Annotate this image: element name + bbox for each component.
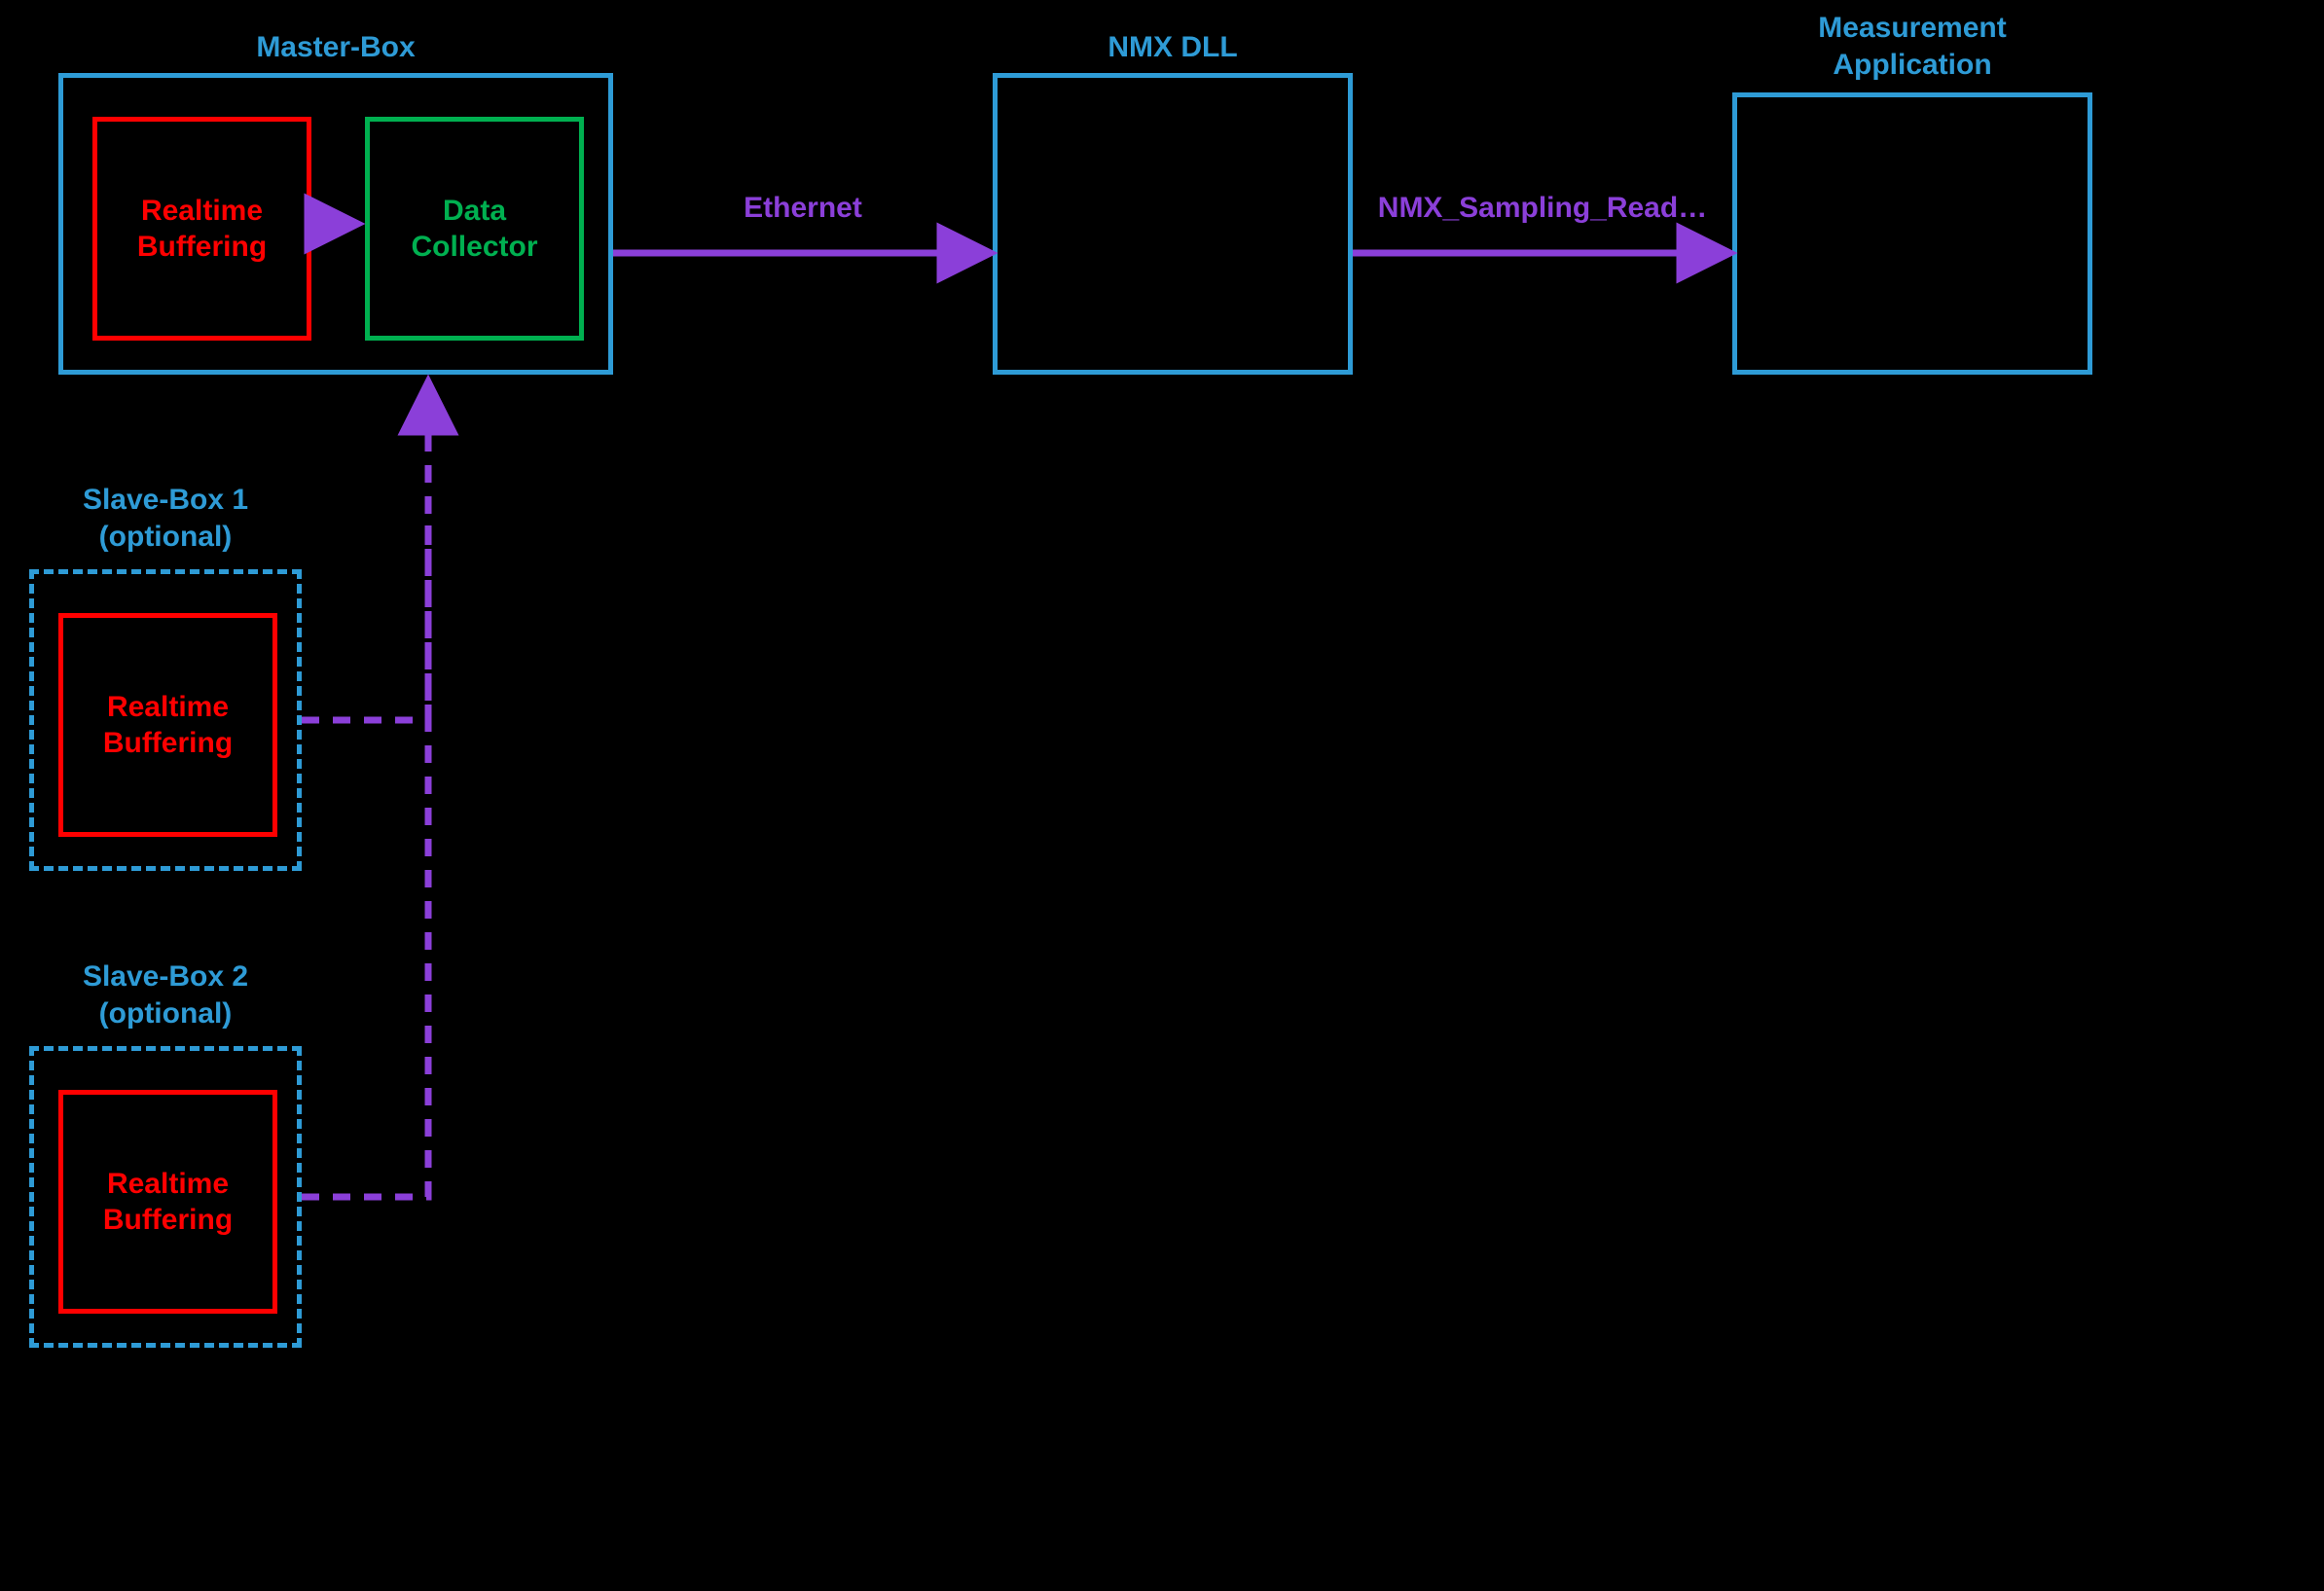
slave2-realtime-buffering: Realtime Buffering — [58, 1090, 277, 1314]
slave-box-2: Realtime Buffering — [29, 1046, 302, 1348]
data-collector: Data Collector — [365, 117, 584, 341]
arrow-slave2-to-collector — [302, 384, 428, 1197]
slave-box-1: Realtime Buffering — [29, 569, 302, 871]
diagram-canvas: Master-Box Realtime Buffering Data Colle… — [0, 0, 2324, 1591]
data-collector-label: Data Collector — [411, 193, 537, 266]
master-box: Realtime Buffering Data Collector — [58, 73, 613, 375]
sampling-read-label: NMX_Sampling_Read… — [1353, 190, 1732, 227]
slave-box-1-title: Slave-Box 1 (optional) — [29, 482, 302, 555]
measurement-app-title: Measurement Application — [1732, 10, 2092, 83]
measurement-app-box — [1732, 92, 2092, 375]
slave1-realtime-label: Realtime Buffering — [103, 689, 233, 762]
nmx-dll-title: NMX DLL — [993, 29, 1353, 66]
master-realtime-buffering: Realtime Buffering — [92, 117, 311, 341]
master-box-title: Master-Box — [58, 29, 613, 66]
master-realtime-label: Realtime Buffering — [137, 193, 267, 266]
slave1-realtime-buffering: Realtime Buffering — [58, 613, 277, 837]
arrow-slave1-to-collector — [302, 525, 428, 720]
nmx-dll-box — [993, 73, 1353, 375]
ethernet-label: Ethernet — [613, 190, 993, 227]
slave2-realtime-label: Realtime Buffering — [103, 1166, 233, 1239]
slave-box-2-title: Slave-Box 2 (optional) — [29, 958, 302, 1031]
